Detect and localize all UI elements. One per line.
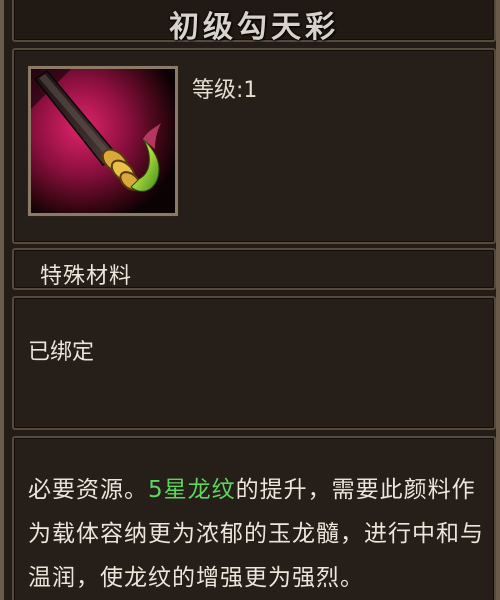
item-name: 初级勾天彩 (169, 10, 339, 45)
info-panel: 等级:1 (12, 48, 496, 244)
description-highlight: 5星龙纹 (148, 477, 236, 503)
item-description: 必要资源。5星龙纹的提升，需要此颜料作为载体容纳更为浓郁的玉龙髓，进行中和与温润… (28, 468, 484, 600)
item-type: 特殊材料 (40, 264, 133, 289)
title-panel: 初级勾天彩 (12, 0, 496, 45)
type-panel: 特殊材料 (12, 248, 496, 290)
bind-panel: 已绑定 (12, 296, 496, 430)
bind-status: 已绑定 (28, 340, 95, 365)
description-prefix: 必要资源。 (28, 477, 148, 503)
paint-brush-icon (31, 69, 175, 213)
item-level: 等级:1 (192, 78, 258, 103)
item-icon-slot[interactable] (28, 66, 178, 216)
description-panel: 必要资源。5星龙纹的提升，需要此颜料作为载体容纳更为浓郁的玉龙髓，进行中和与温润… (12, 436, 496, 600)
item-tooltip: 初级勾天彩 等级:1 特殊材料 已绑定 必要资源。5星龙纹的提升，需要此颜料作为… (0, 0, 500, 600)
